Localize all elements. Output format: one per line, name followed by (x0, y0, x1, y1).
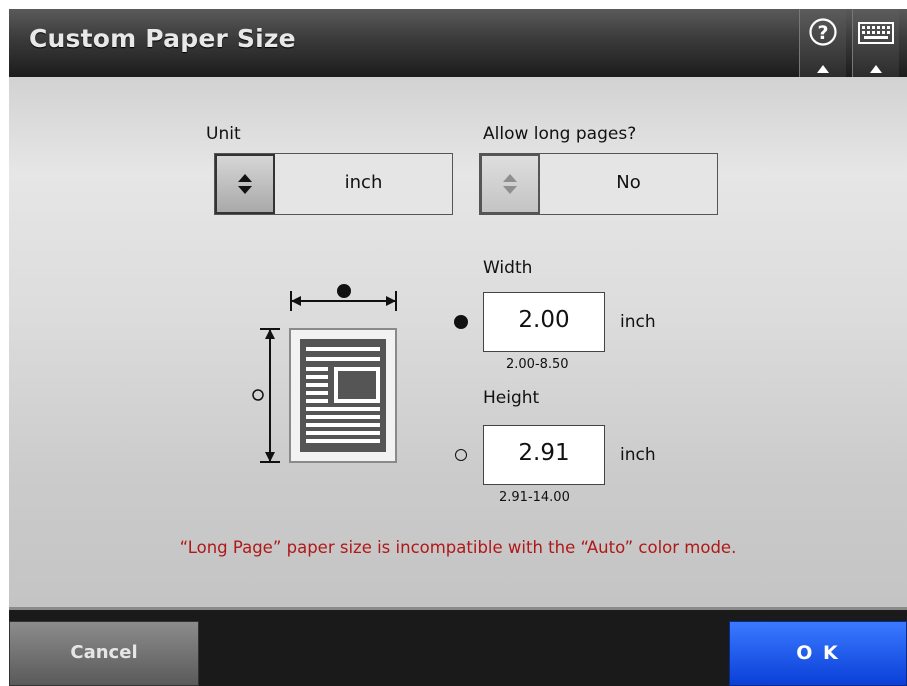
long-pages-spin-button[interactable] (480, 154, 540, 214)
unit-label: Unit (206, 124, 241, 144)
ok-button[interactable]: O K (729, 621, 907, 686)
warning-message: “Long Page” paper size is incompatible w… (179, 538, 737, 557)
width-indicator-icon (454, 315, 468, 329)
width-unit: inch (620, 312, 656, 332)
height-range: 2.91-14.00 (499, 490, 570, 505)
ok-button-label: O K (796, 642, 840, 664)
width-input[interactable]: 2.00 (483, 292, 605, 352)
unit-value: inch (344, 172, 383, 193)
long-pages-label: Allow long pages? (483, 124, 637, 144)
up-down-arrow-icon (238, 174, 252, 194)
unit-spin-button[interactable] (215, 154, 275, 214)
keyboard-button[interactable] (852, 9, 899, 77)
dropdown-arrow-icon (817, 65, 829, 73)
width-value: 2.00 (518, 307, 570, 333)
width-label: Width (483, 258, 533, 278)
custom-paper-size-screen: Custom Paper Size ? Unit inch Allow long… (9, 9, 907, 686)
height-value: 2.91 (518, 440, 570, 466)
help-icon: ? (809, 18, 837, 46)
content-panel: Unit inch Allow long pages? No Width 2.0… (9, 77, 907, 609)
help-button[interactable]: ? (799, 9, 846, 77)
paper-dimension-diagram (252, 284, 397, 463)
height-label: Height (483, 388, 540, 408)
height-input[interactable]: 2.91 (483, 425, 605, 485)
svg-text:?: ? (817, 22, 828, 44)
width-range: 2.00-8.50 (506, 357, 569, 372)
long-pages-selector[interactable]: No (479, 153, 718, 215)
long-pages-value: No (616, 172, 641, 193)
height-unit: inch (620, 445, 656, 465)
height-indicator-icon (455, 449, 467, 461)
cancel-button-label: Cancel (70, 642, 138, 663)
unit-selector[interactable]: inch (214, 153, 453, 215)
page-title: Custom Paper Size (29, 24, 296, 53)
keyboard-icon (858, 22, 894, 44)
cancel-button[interactable]: Cancel (9, 621, 199, 686)
title-bar: Custom Paper Size ? (9, 9, 907, 77)
bottom-bar: Cancel O K (9, 610, 907, 686)
dropdown-arrow-icon (870, 65, 882, 73)
up-down-arrow-icon (503, 174, 517, 194)
